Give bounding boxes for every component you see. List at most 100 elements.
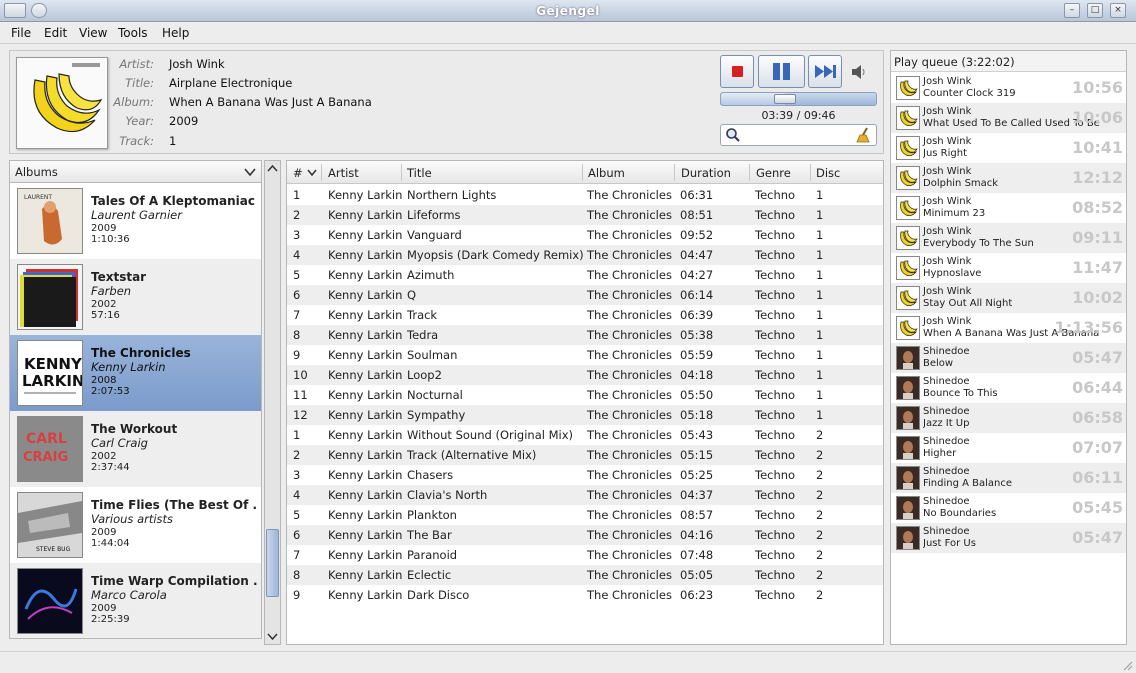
chevron-down-icon [244,168,256,177]
maximize-button[interactable]: □ [1087,3,1103,18]
window-titlebar: Gejengel – □ × [0,0,1136,22]
track-duration: 05:05 [680,568,714,582]
column-header-disc[interactable]: Disc [816,166,840,180]
track-genre: Techno [755,528,796,542]
track-row[interactable]: 8 Kenny Larkin Tedra The Chronicles 05:38 Tec… [287,325,883,345]
queue-item[interactable]: Shinedoe No Boundaries 05:45 [891,493,1126,523]
queue-item-artist: Shinedoe [923,526,970,537]
queue-item[interactable]: Josh Wink What Used To Be Called Used To … [891,103,1126,133]
scroll-up-icon[interactable] [265,162,280,176]
queue-item[interactable]: Josh Wink Counter Clock 319 10:56 [891,73,1126,103]
albums-scroll-thumb[interactable] [266,529,279,597]
album-title: Textstar [91,270,147,284]
search-input[interactable] [743,127,853,143]
album-item-selected[interactable]: KENNY LARKIN The Chronicles Kenny Larkin … [10,335,261,411]
queue-item[interactable]: Josh Wink Everybody To The Sun 09:11 [891,223,1126,253]
track-row[interactable]: 3 Kenny Larkin Chasers The Chronicles 05:25 T… [287,465,883,485]
track-row[interactable]: 6 Kenny Larkin The Bar The Chronicles 04:16 T… [287,525,883,545]
queue-item[interactable]: Josh Wink Hypnoslave 11:47 [891,253,1126,283]
track-duration: 09:52 [680,228,714,242]
queue-item[interactable]: Shinedoe Finding A Balance 06:11 [891,463,1126,493]
track-duration: 05:50 [680,388,714,402]
album-title: The Chronicles [91,346,191,360]
track-genre: Techno [755,588,796,602]
queue-item[interactable]: Shinedoe Just For Us 05:47 [891,523,1126,553]
track-artist: Kenny Larkin [328,468,403,482]
track-row[interactable]: 7 Kenny Larkin Paranoid The Chronicles 07:48… [287,545,883,565]
track-row[interactable]: 5 Kenny Larkin Plankton The Chronicles 08:57… [287,505,883,525]
scroll-down-icon[interactable] [265,629,280,643]
queue-item-cover [896,346,920,370]
pause-button[interactable] [758,55,805,88]
column-header-album[interactable]: Album [588,166,625,180]
album-artist: Farben [91,284,132,298]
track-row[interactable]: 3 Kenny Larkin Vanguard The Chronicles 09:52… [287,225,883,245]
track-row[interactable]: 10 Kenny Larkin Loop2 The Chronicles 04:18 Te… [287,365,883,385]
track-number: 1 [293,428,301,442]
track-genre: Techno [755,268,796,282]
menu-help[interactable]: Help [162,26,189,40]
queue-item[interactable]: Josh Wink Dolphin Smack 12:12 [891,163,1126,193]
albums-dropdown-value: Albums [15,165,58,179]
track-artist: Kenny Larkin [328,208,403,222]
album-item[interactable]: Time Warp Compilation ... Marco Carola 2… [10,563,261,638]
track-row[interactable]: 4 Kenny Larkin Clavia's North The Chronicle… [287,485,883,505]
queue-item[interactable]: Josh Wink When A Banana Was Just A Banana… [891,313,1126,343]
queue-item[interactable]: Josh Wink Minimum 23 08:52 [891,193,1126,223]
track-row[interactable]: 4 Kenny Larkin Myopsis (Dark Comedy Remix)… [287,245,883,265]
album-item[interactable]: Textstar Farben 2002 57:16 [10,259,261,335]
track-row[interactable]: 5 Kenny Larkin Azimuth The Chronicles 04:27 T… [287,265,883,285]
queue-item[interactable]: Shinedoe Below 05:47 [891,343,1126,373]
volume-button[interactable] [850,63,870,81]
column-header-genre[interactable]: Genre [756,166,791,180]
track-title: Chasers [407,468,454,482]
track-row[interactable]: 7 Kenny Larkin Track The Chronicles 06:39 Tec… [287,305,883,325]
track-row[interactable]: 6 Kenny Larkin Q The Chronicles 06:14 Techno 1 [287,285,883,305]
menu-tools[interactable]: Tools [118,26,148,40]
resize-grip-icon[interactable] [1121,659,1133,671]
clear-broom-icon[interactable] [856,127,872,143]
track-row[interactable]: 1 Kenny Larkin Without Sound (Original Mix… [287,425,883,445]
track-row[interactable]: 11 Kenny Larkin Nocturnal The Chronicles 05:… [287,385,883,405]
close-button[interactable]: × [1110,3,1126,18]
albums-scrollbar[interactable] [264,160,281,645]
menu-edit[interactable]: Edit [44,26,67,40]
menu-view[interactable]: View [79,26,107,40]
queue-item[interactable]: Josh Wink Jus Right 10:41 [891,133,1126,163]
track-row[interactable]: 9 Kenny Larkin Dark Disco The Chronicles 06:… [287,585,883,605]
queue-item-duration: 06:11 [1072,468,1123,487]
track-row[interactable]: 8 Kenny Larkin Eclectic The Chronicles 05:05… [287,565,883,585]
track-row[interactable]: 9 Kenny Larkin Soulman The Chronicles 05:59 T… [287,345,883,365]
menubar: File Edit View Tools Help [0,22,1136,44]
stop-button[interactable] [720,55,754,88]
album-item[interactable]: CARL CRAIG The Workout Carl Craig 2002 2:… [10,411,261,487]
track-number: 4 [293,248,301,262]
album-item[interactable]: LAURENT Tales Of A Kleptomaniac Laurent … [10,183,261,259]
queue-item[interactable]: Shinedoe Bounce To This 06:44 [891,373,1126,403]
queue-item-cover [896,526,920,550]
menu-file[interactable]: File [11,26,31,40]
queue-item-cover [896,436,920,460]
queue-item[interactable]: Shinedoe Higher 07:07 [891,433,1126,463]
column-header-artist[interactable]: Artist [328,166,359,180]
track-row[interactable]: 12 Kenny Larkin Sympathy The Chronicles 05:1… [287,405,883,425]
queue-item-duration: 10:56 [1072,78,1123,97]
seek-handle[interactable] [774,94,796,104]
track-row[interactable]: 2 Kenny Larkin Lifeforms The Chronicles 08:5… [287,205,883,225]
track-row[interactable]: 1 Kenny Larkin Northern Lights The Chronicl… [287,185,883,205]
column-header-duration[interactable]: Duration [681,166,731,180]
track-genre: Techno [755,428,796,442]
track-row[interactable]: 2 Kenny Larkin Track (Alternative Mix) The … [287,445,883,465]
track-duration: 08:51 [680,208,714,222]
next-button[interactable] [808,55,842,88]
album-year: 2008 [91,375,117,386]
album-item[interactable]: STEVE BUG Time Flies (The Best Of ... Va… [10,487,261,563]
queue-item[interactable]: Shinedoe Jazz It Up 06:58 [891,403,1126,433]
track-artist: Kenny Larkin [328,348,403,362]
column-header-number[interactable]: # [293,166,303,180]
albums-dropdown[interactable]: Albums [9,160,262,183]
seek-slider[interactable] [720,92,877,106]
minimize-button[interactable]: – [1064,3,1080,18]
queue-item[interactable]: Josh Wink Stay Out All Night 10:02 [891,283,1126,313]
column-header-title[interactable]: Title [407,166,432,180]
